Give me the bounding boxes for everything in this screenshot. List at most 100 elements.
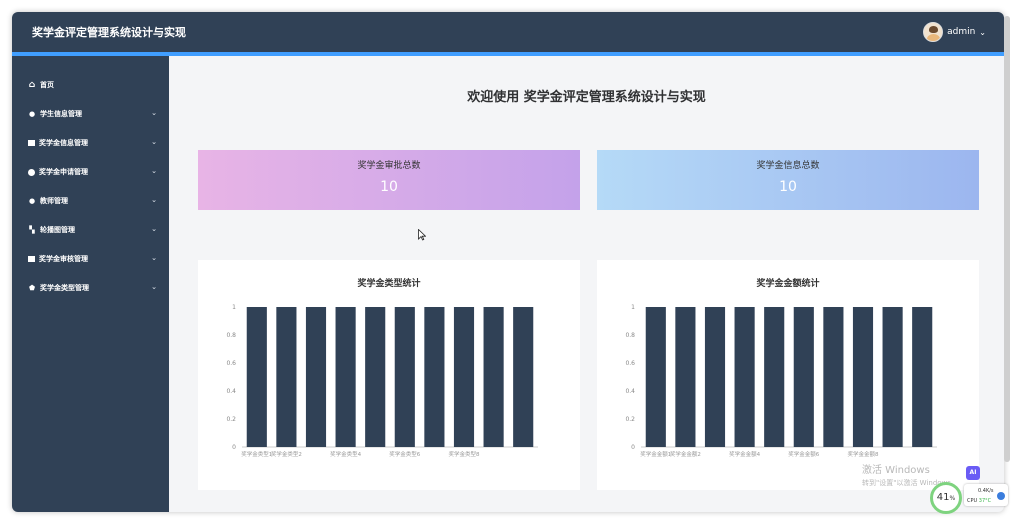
monitor-icon [997, 492, 1005, 500]
watermark-line: 激活 Windows [862, 465, 930, 476]
bar[interactable] [394, 307, 415, 447]
y-tick-label: 0.4 [625, 388, 635, 395]
ai-badge-icon[interactable]: AI [966, 466, 980, 480]
x-tick-label: 奖学金金额4 [729, 450, 761, 458]
cpu-label: CPU [967, 498, 978, 504]
bar[interactable] [453, 307, 475, 447]
chevron-down-icon[interactable]: ⌄ [151, 109, 157, 117]
bar[interactable] [645, 307, 666, 447]
folder-icon: ⬟ [28, 284, 36, 292]
bar[interactable] [675, 307, 696, 447]
chart-card-type: 奖学金类型统计 0 0.2 0.4 0.6 0.8 1 奖学金类型1 奖学金类型2 奖学金类型4… [198, 260, 580, 490]
chevron-down-icon[interactable]: ⌄ [151, 167, 157, 175]
stat-card-approval-total: 奖学金审批总数 10 [198, 150, 580, 210]
bar[interactable] [483, 307, 504, 447]
chevron-down-icon[interactable]: ⌄ [979, 28, 986, 37]
chevron-down-icon[interactable]: ⌄ [151, 254, 157, 262]
performance-gauge[interactable]: 41% [930, 482, 962, 514]
x-tick-label: 奖学金类型4 [330, 450, 362, 458]
sidebar-item-label: 奖学金类型管理 [40, 284, 89, 292]
user-menu[interactable]: admin ⌄ [923, 22, 986, 42]
x-tick-label: 奖学金类型6 [389, 450, 421, 458]
network-speed: 0.4K/s [978, 488, 994, 494]
sidebar-item[interactable]: ▚ 轮播图管理 ⌄ [12, 218, 169, 242]
x-tick-label: 奖学金金额2 [670, 450, 701, 458]
y-tick-label: 0.8 [625, 332, 635, 339]
sidebar-item[interactable]: 奖学金申请管理 ⌄ [12, 160, 169, 184]
y-tick-label: 0.8 [226, 332, 236, 339]
sidebar-item-label: 奖学金审核管理 [39, 255, 88, 263]
avatar[interactable] [923, 22, 944, 42]
sidebar-item-label: 奖学金信息管理 [39, 139, 88, 147]
sidebar-item[interactable]: 奖学金信息管理 ⌄ [12, 131, 169, 155]
image-icon: ▚ [29, 226, 35, 234]
app-title: 奖学金评定管理系统设计与实现 [32, 26, 186, 39]
bar[interactable] [764, 307, 785, 447]
mouse-cursor-icon [418, 229, 426, 241]
username[interactable]: admin [947, 27, 975, 37]
x-tick-label: 奖学金金额6 [788, 450, 820, 458]
user-icon: ● [28, 197, 36, 205]
sidebar-item[interactable]: ⬟ 奖学金类型管理 ⌄ [12, 276, 169, 300]
y-tick-label: 1 [631, 304, 635, 311]
home-icon: ⌂ [28, 80, 36, 90]
bar-chart-amount: 0 0.2 0.4 0.6 0.8 1 奖学金金额1奖学金金额2 奖学金金额4 奖学金金额6 奖学… [625, 304, 937, 458]
bar-chart-type: 0 0.2 0.4 0.6 0.8 1 奖学金类型1奖学金类型2 奖学金类型4 奖学金类型6 奖学… [226, 304, 538, 458]
cpu-readout: CPU 37°C [967, 498, 991, 504]
main-content: 欢迎使用 奖学金评定管理系统设计与实现 奖学金审批总数 10 奖学金信息总数 1… [169, 56, 1004, 512]
x-tick-label: 奖学金金额1 [640, 450, 671, 458]
chevron-down-icon[interactable]: ⌄ [151, 138, 157, 146]
sidebar-item-label: 首页 [40, 81, 54, 89]
bar[interactable] [852, 307, 874, 447]
sidebar-item[interactable]: ● 教师管理 ⌄ [12, 189, 169, 213]
chevron-down-icon[interactable]: ⌄ [151, 196, 157, 204]
stat-value: 10 [779, 179, 797, 195]
y-tick-label: 0.2 [226, 416, 236, 423]
x-tick-label: 奖学金类型8 [449, 450, 481, 458]
circle-icon [28, 168, 35, 176]
bar[interactable] [335, 307, 356, 447]
welcome-heading: 欢迎使用 奖学金评定管理系统设计与实现 [467, 90, 706, 105]
sidebar-item[interactable]: ● 学生信息管理 ⌄ [12, 102, 169, 126]
y-tick-label: 0.6 [625, 360, 635, 367]
bar[interactable] [424, 307, 445, 447]
bar[interactable] [882, 307, 903, 447]
sidebar-item-label: 学生信息管理 [40, 110, 82, 118]
page-scrollbar[interactable] [1004, 16, 1010, 462]
bar[interactable] [365, 307, 386, 447]
bar[interactable] [734, 307, 755, 447]
chart-title: 奖学金类型统计 [357, 279, 421, 289]
sidebar-item[interactable]: 奖学金审核管理 ⌄ [12, 247, 169, 271]
y-tick-label: 0.2 [625, 416, 635, 423]
system-monitor-widget[interactable]: 0.4K/s CPU 37°C [964, 484, 1008, 506]
document-icon [28, 256, 35, 262]
x-tick-label: 奖学金金额8 [848, 450, 880, 458]
chevron-down-icon[interactable]: ⌄ [151, 283, 157, 291]
stat-card-info-total: 奖学金信息总数 10 [597, 150, 979, 210]
sidebar-item[interactable]: ⌂ 首页 [12, 73, 169, 97]
sidebar: ⌂ 首页 ● 学生信息管理 ⌄ 奖学金信息管理 ⌄ 奖学金申请管理 ⌄ ● 教师管理 ⌄ ▚ 轮播图管理 ⌄… [12, 56, 169, 512]
y-tick-label: 0 [631, 444, 635, 451]
y-tick-label: 0 [232, 444, 236, 451]
top-header: 奖学金评定管理系统设计与实现 admin ⌄ [12, 12, 1004, 52]
bar[interactable] [246, 307, 267, 447]
chevron-down-icon[interactable]: ⌄ [151, 225, 157, 233]
bar[interactable] [793, 307, 814, 447]
y-tick-label: 1 [232, 304, 236, 311]
bar[interactable] [823, 307, 844, 447]
x-tick-label: 奖学金类型2 [271, 450, 302, 458]
x-tick-label: 奖学金类型1 [241, 450, 272, 458]
bar[interactable] [513, 307, 534, 447]
bar[interactable] [912, 307, 933, 447]
app-window: 奖学金评定管理系统设计与实现 admin ⌄ ⌂ 首页 ● 学生信息管理 ⌄ 奖学金信息管… [12, 12, 1004, 512]
bar[interactable] [305, 307, 327, 447]
stat-value: 10 [380, 179, 398, 195]
sidebar-item-label: 教师管理 [40, 197, 68, 205]
y-tick-label: 0.6 [226, 360, 236, 367]
bar[interactable] [704, 307, 726, 447]
gauge-unit: % [949, 495, 956, 502]
user-icon: ● [28, 110, 36, 118]
stat-label: 奖学金信息总数 [756, 161, 820, 171]
bar[interactable] [276, 307, 297, 447]
scrollbar-thumb[interactable] [1004, 16, 1010, 462]
